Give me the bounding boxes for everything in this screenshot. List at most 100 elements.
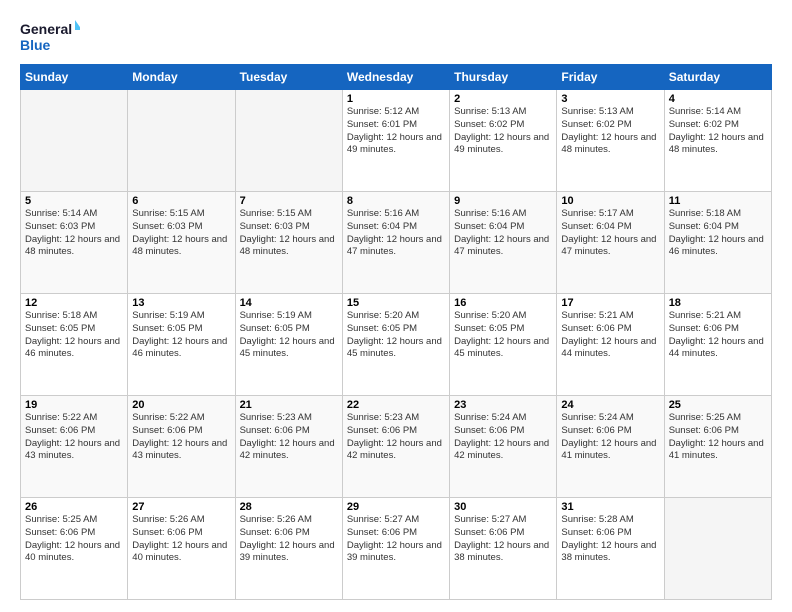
day-info: Sunrise: 5:27 AMSunset: 6:06 PMDaylight:… bbox=[347, 514, 445, 565]
day-number: 12 bbox=[25, 297, 123, 309]
calendar-cell: 19Sunrise: 5:22 AMSunset: 6:06 PMDayligh… bbox=[21, 396, 128, 498]
day-number: 28 bbox=[240, 501, 338, 513]
day-number: 29 bbox=[347, 501, 445, 513]
day-info: Sunrise: 5:19 AMSunset: 6:05 PMDaylight:… bbox=[132, 310, 230, 361]
day-info: Sunrise: 5:23 AMSunset: 6:06 PMDaylight:… bbox=[347, 412, 445, 463]
day-number: 19 bbox=[25, 399, 123, 411]
logo-svg: General Blue bbox=[20, 18, 80, 54]
calendar-cell bbox=[664, 498, 771, 600]
calendar-week-row: 5Sunrise: 5:14 AMSunset: 6:03 PMDaylight… bbox=[21, 192, 772, 294]
calendar-header-sunday: Sunday bbox=[21, 65, 128, 90]
day-number: 1 bbox=[347, 93, 445, 105]
calendar-cell: 12Sunrise: 5:18 AMSunset: 6:05 PMDayligh… bbox=[21, 294, 128, 396]
calendar-cell: 18Sunrise: 5:21 AMSunset: 6:06 PMDayligh… bbox=[664, 294, 771, 396]
calendar-header-wednesday: Wednesday bbox=[342, 65, 449, 90]
day-number: 8 bbox=[347, 195, 445, 207]
day-info: Sunrise: 5:26 AMSunset: 6:06 PMDaylight:… bbox=[240, 514, 338, 565]
day-number: 25 bbox=[669, 399, 767, 411]
day-info: Sunrise: 5:17 AMSunset: 6:04 PMDaylight:… bbox=[561, 208, 659, 259]
day-info: Sunrise: 5:22 AMSunset: 6:06 PMDaylight:… bbox=[132, 412, 230, 463]
calendar-header-thursday: Thursday bbox=[450, 65, 557, 90]
calendar-cell: 24Sunrise: 5:24 AMSunset: 6:06 PMDayligh… bbox=[557, 396, 664, 498]
calendar-header-saturday: Saturday bbox=[664, 65, 771, 90]
day-info: Sunrise: 5:18 AMSunset: 6:05 PMDaylight:… bbox=[25, 310, 123, 361]
day-number: 9 bbox=[454, 195, 552, 207]
calendar-table: SundayMondayTuesdayWednesdayThursdayFrid… bbox=[20, 64, 772, 600]
calendar-header-tuesday: Tuesday bbox=[235, 65, 342, 90]
calendar-cell: 5Sunrise: 5:14 AMSunset: 6:03 PMDaylight… bbox=[21, 192, 128, 294]
calendar-cell: 14Sunrise: 5:19 AMSunset: 6:05 PMDayligh… bbox=[235, 294, 342, 396]
calendar-week-row: 26Sunrise: 5:25 AMSunset: 6:06 PMDayligh… bbox=[21, 498, 772, 600]
day-info: Sunrise: 5:19 AMSunset: 6:05 PMDaylight:… bbox=[240, 310, 338, 361]
day-info: Sunrise: 5:14 AMSunset: 6:03 PMDaylight:… bbox=[25, 208, 123, 259]
day-info: Sunrise: 5:12 AMSunset: 6:01 PMDaylight:… bbox=[347, 106, 445, 157]
day-number: 26 bbox=[25, 501, 123, 513]
calendar-cell: 4Sunrise: 5:14 AMSunset: 6:02 PMDaylight… bbox=[664, 90, 771, 192]
day-info: Sunrise: 5:24 AMSunset: 6:06 PMDaylight:… bbox=[454, 412, 552, 463]
day-info: Sunrise: 5:14 AMSunset: 6:02 PMDaylight:… bbox=[669, 106, 767, 157]
header: General Blue bbox=[20, 18, 772, 54]
logo: General Blue bbox=[20, 18, 80, 54]
day-info: Sunrise: 5:22 AMSunset: 6:06 PMDaylight:… bbox=[25, 412, 123, 463]
page: General Blue SundayMondayTuesdayWednesda… bbox=[0, 0, 792, 612]
day-number: 3 bbox=[561, 93, 659, 105]
calendar-cell bbox=[235, 90, 342, 192]
day-info: Sunrise: 5:25 AMSunset: 6:06 PMDaylight:… bbox=[25, 514, 123, 565]
calendar-cell: 22Sunrise: 5:23 AMSunset: 6:06 PMDayligh… bbox=[342, 396, 449, 498]
day-number: 24 bbox=[561, 399, 659, 411]
calendar-cell bbox=[21, 90, 128, 192]
day-number: 17 bbox=[561, 297, 659, 309]
calendar-cell: 11Sunrise: 5:18 AMSunset: 6:04 PMDayligh… bbox=[664, 192, 771, 294]
day-info: Sunrise: 5:13 AMSunset: 6:02 PMDaylight:… bbox=[561, 106, 659, 157]
calendar-header-friday: Friday bbox=[557, 65, 664, 90]
day-info: Sunrise: 5:27 AMSunset: 6:06 PMDaylight:… bbox=[454, 514, 552, 565]
calendar-cell: 3Sunrise: 5:13 AMSunset: 6:02 PMDaylight… bbox=[557, 90, 664, 192]
calendar-cell: 15Sunrise: 5:20 AMSunset: 6:05 PMDayligh… bbox=[342, 294, 449, 396]
day-number: 13 bbox=[132, 297, 230, 309]
calendar-week-row: 12Sunrise: 5:18 AMSunset: 6:05 PMDayligh… bbox=[21, 294, 772, 396]
calendar-cell: 30Sunrise: 5:27 AMSunset: 6:06 PMDayligh… bbox=[450, 498, 557, 600]
day-info: Sunrise: 5:28 AMSunset: 6:06 PMDaylight:… bbox=[561, 514, 659, 565]
day-info: Sunrise: 5:16 AMSunset: 6:04 PMDaylight:… bbox=[347, 208, 445, 259]
day-number: 14 bbox=[240, 297, 338, 309]
day-number: 11 bbox=[669, 195, 767, 207]
calendar-cell: 23Sunrise: 5:24 AMSunset: 6:06 PMDayligh… bbox=[450, 396, 557, 498]
day-info: Sunrise: 5:20 AMSunset: 6:05 PMDaylight:… bbox=[454, 310, 552, 361]
day-number: 22 bbox=[347, 399, 445, 411]
day-number: 30 bbox=[454, 501, 552, 513]
calendar-cell: 17Sunrise: 5:21 AMSunset: 6:06 PMDayligh… bbox=[557, 294, 664, 396]
day-number: 10 bbox=[561, 195, 659, 207]
calendar-cell: 13Sunrise: 5:19 AMSunset: 6:05 PMDayligh… bbox=[128, 294, 235, 396]
calendar-cell: 29Sunrise: 5:27 AMSunset: 6:06 PMDayligh… bbox=[342, 498, 449, 600]
day-info: Sunrise: 5:23 AMSunset: 6:06 PMDaylight:… bbox=[240, 412, 338, 463]
day-number: 4 bbox=[669, 93, 767, 105]
calendar-week-row: 1Sunrise: 5:12 AMSunset: 6:01 PMDaylight… bbox=[21, 90, 772, 192]
calendar-cell: 28Sunrise: 5:26 AMSunset: 6:06 PMDayligh… bbox=[235, 498, 342, 600]
calendar-cell: 25Sunrise: 5:25 AMSunset: 6:06 PMDayligh… bbox=[664, 396, 771, 498]
day-info: Sunrise: 5:18 AMSunset: 6:04 PMDaylight:… bbox=[669, 208, 767, 259]
calendar-week-row: 19Sunrise: 5:22 AMSunset: 6:06 PMDayligh… bbox=[21, 396, 772, 498]
calendar-header-monday: Monday bbox=[128, 65, 235, 90]
day-info: Sunrise: 5:13 AMSunset: 6:02 PMDaylight:… bbox=[454, 106, 552, 157]
calendar-cell: 16Sunrise: 5:20 AMSunset: 6:05 PMDayligh… bbox=[450, 294, 557, 396]
day-number: 23 bbox=[454, 399, 552, 411]
day-info: Sunrise: 5:25 AMSunset: 6:06 PMDaylight:… bbox=[669, 412, 767, 463]
day-info: Sunrise: 5:15 AMSunset: 6:03 PMDaylight:… bbox=[132, 208, 230, 259]
day-info: Sunrise: 5:21 AMSunset: 6:06 PMDaylight:… bbox=[669, 310, 767, 361]
calendar-cell: 9Sunrise: 5:16 AMSunset: 6:04 PMDaylight… bbox=[450, 192, 557, 294]
day-number: 15 bbox=[347, 297, 445, 309]
day-info: Sunrise: 5:15 AMSunset: 6:03 PMDaylight:… bbox=[240, 208, 338, 259]
day-number: 20 bbox=[132, 399, 230, 411]
day-info: Sunrise: 5:26 AMSunset: 6:06 PMDaylight:… bbox=[132, 514, 230, 565]
day-info: Sunrise: 5:21 AMSunset: 6:06 PMDaylight:… bbox=[561, 310, 659, 361]
calendar-header-row: SundayMondayTuesdayWednesdayThursdayFrid… bbox=[21, 65, 772, 90]
day-info: Sunrise: 5:20 AMSunset: 6:05 PMDaylight:… bbox=[347, 310, 445, 361]
svg-text:General: General bbox=[20, 21, 72, 37]
day-number: 21 bbox=[240, 399, 338, 411]
day-number: 6 bbox=[132, 195, 230, 207]
day-number: 5 bbox=[25, 195, 123, 207]
day-number: 31 bbox=[561, 501, 659, 513]
day-number: 18 bbox=[669, 297, 767, 309]
day-info: Sunrise: 5:24 AMSunset: 6:06 PMDaylight:… bbox=[561, 412, 659, 463]
day-number: 16 bbox=[454, 297, 552, 309]
